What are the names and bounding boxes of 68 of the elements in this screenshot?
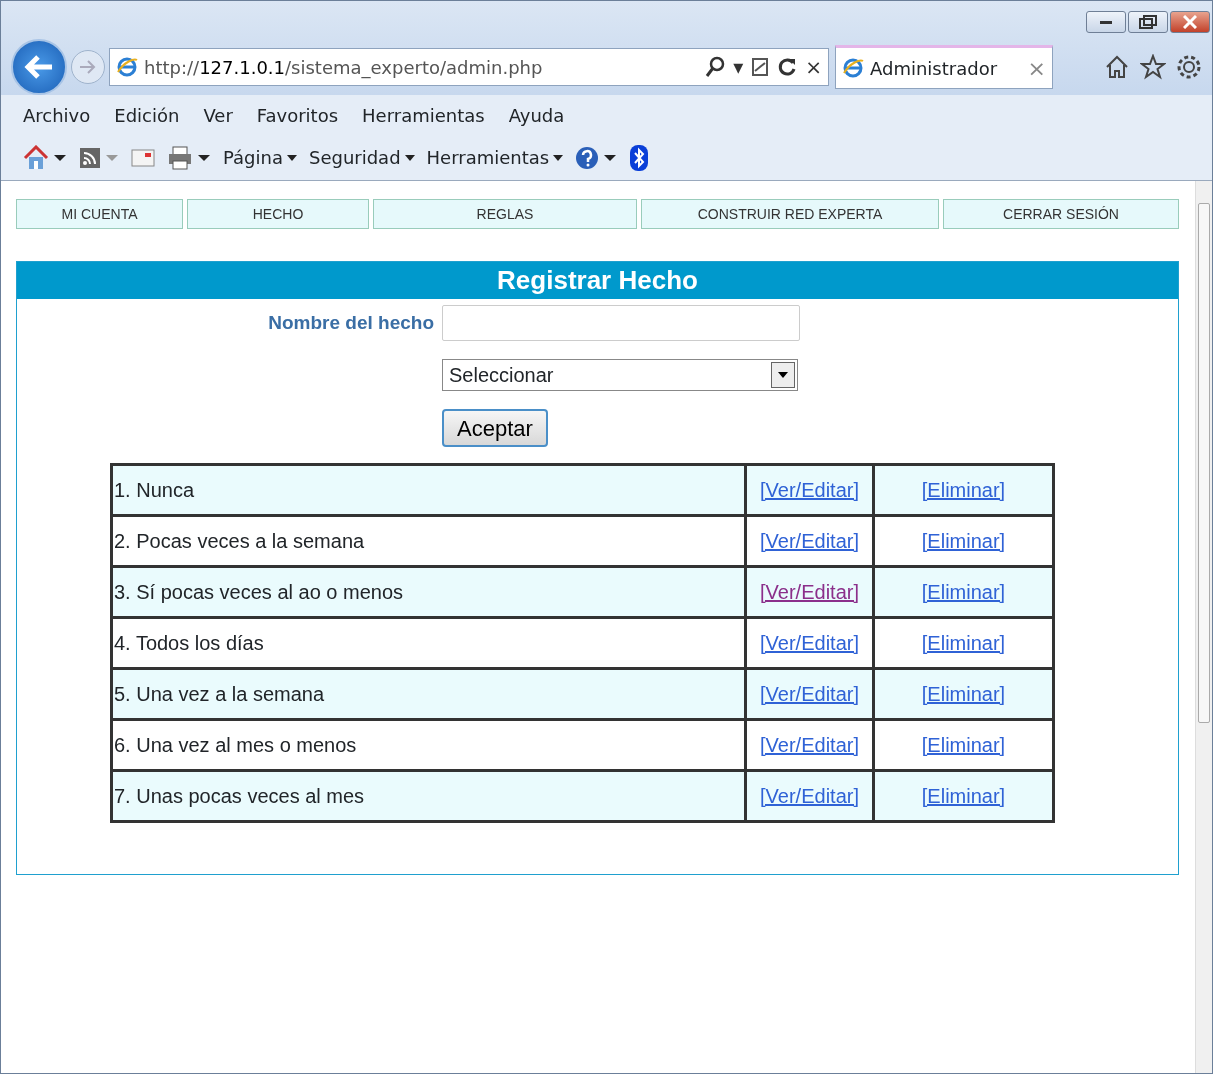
mail-icon[interactable] [131,148,155,167]
nav-button[interactable]: REGLAS [373,199,637,229]
command-menu[interactable]: Herramientas [426,144,564,171]
scrollbar[interactable] [1195,181,1212,1073]
delete-link[interactable]: [Eliminar] [921,479,1006,501]
minimize-button[interactable] [1086,11,1126,33]
menu-item[interactable]: Archivo [23,101,91,129]
star-icon[interactable] [1140,54,1166,80]
delete-link[interactable]: [Eliminar] [921,785,1006,807]
menu-item[interactable]: Edición [114,101,180,129]
table-cell: 5. Una vez a la semana [111,668,746,720]
search-icon[interactable] [705,56,726,78]
caret-icon[interactable] [603,153,618,162]
bluetooth-icon[interactable] [629,143,650,172]
settings-icon[interactable] [1176,54,1202,80]
delete-link[interactable]: [Eliminar] [921,683,1006,705]
nav-button[interactable]: CERRAR SESIÓN [943,199,1179,229]
menu-item[interactable]: Ayuda [508,101,565,129]
caret-icon[interactable] [53,153,67,162]
delete-link[interactable]: [Eliminar] [921,581,1006,603]
dropdown-arrow[interactable]: ▾ [733,52,744,82]
forward-arrow-icon [79,59,97,75]
delete-link[interactable]: [Eliminar] [921,734,1006,756]
address-field[interactable]: http://127.1.0.1/sistema_experto/admin.php ▾ × [109,48,829,86]
table-cell: 3. Sí pocas veces al ao o menos [111,566,746,618]
close-button[interactable] [1170,11,1210,33]
select-field[interactable]: Seleccionar [442,359,798,391]
caret-icon[interactable] [197,153,211,162]
home-icon[interactable] [23,144,49,171]
stop-button[interactable]: × [805,52,822,82]
table-cell: 7. Unas pocas veces al mes [111,770,746,822]
menu-item[interactable]: Ver [203,101,233,129]
restore-button[interactable] [1128,11,1168,33]
back-arrow-icon [24,54,54,80]
table-cell: 1. Nunca [111,464,746,516]
menu-item[interactable]: Herramientas [362,101,485,129]
home-icon[interactable] [1104,54,1130,80]
nav-button[interactable]: CONSTRUIR RED EXPERTA [641,199,939,229]
feed-icon[interactable] [79,146,101,169]
compatibility-icon[interactable] [751,57,770,77]
command-menu[interactable]: Página [223,144,297,171]
delete-link[interactable]: [Eliminar] [921,530,1006,552]
input-field[interactable] [442,305,800,341]
command-menu[interactable]: Seguridad [308,144,415,171]
field-label: Nombre del hecho [268,310,434,335]
table-cell: 2. Pocas veces a la semana [111,515,746,567]
close-icon [1183,15,1197,29]
panel-header: Registrar Hecho [17,262,1178,299]
browser-tab[interactable]: Administrador × [835,45,1053,89]
nav-button[interactable]: MI CUENTA [16,199,183,229]
delete-link[interactable]: [Eliminar] [921,632,1006,654]
table-cell: 6. Una vez al mes o menos [111,719,746,771]
browser-logo-icon [842,57,864,79]
nav-button[interactable]: HECHO [187,199,369,229]
minimize-icon [1100,20,1112,24]
help-icon[interactable] [575,145,600,170]
caret-icon [778,372,788,378]
refresh-icon[interactable] [777,57,798,77]
back-button[interactable] [11,39,67,95]
restore-icon [1139,15,1157,29]
url-text: http://127.1.0.1/sistema_experto/admin.php [144,55,543,81]
browser-logo-icon [116,56,138,78]
accept-button[interactable]: Aceptar [442,409,548,447]
menu-item[interactable]: Favoritos [256,101,339,129]
table-cell: 4. Todos los días [111,617,746,669]
printer-icon[interactable] [167,144,193,171]
tab-title: Administrador [870,56,998,81]
tab-close-button[interactable]: × [1027,51,1046,85]
